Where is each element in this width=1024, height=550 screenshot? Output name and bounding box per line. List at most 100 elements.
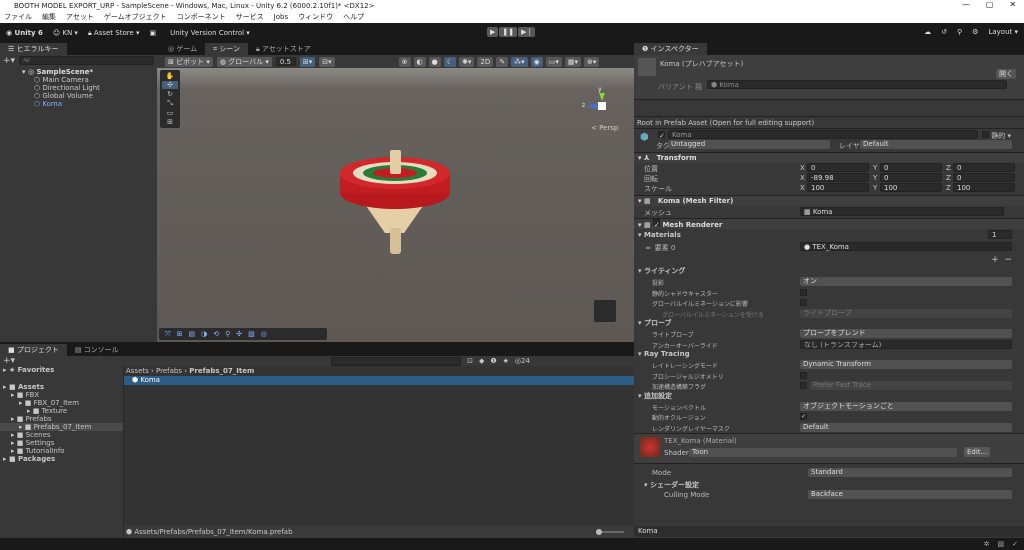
shaded-wire-button[interactable]: ◐	[414, 57, 426, 67]
account-button[interactable]: ☺ KN ▾	[53, 29, 78, 37]
spinning-top-model[interactable]	[157, 68, 634, 342]
add-button[interactable]: +▾	[3, 56, 15, 66]
maximize-icon[interactable]: ▢	[986, 0, 994, 12]
asset-store-button[interactable]: 🔒︎ Asset Store ▾	[88, 29, 140, 38]
breadcrumb-assets[interactable]: Assets	[126, 367, 149, 375]
shader-dropdown[interactable]: Toon	[689, 448, 957, 457]
overlay-tool-1[interactable]: ⤧	[165, 330, 171, 339]
property-checkbox[interactable]: ✓	[800, 413, 807, 420]
project-folder[interactable]: ▸ ■ Prefabs_07_Item	[0, 423, 123, 431]
search-icon[interactable]: ⚲	[957, 28, 962, 36]
tab-console[interactable]: ▤ コンソール	[67, 344, 127, 356]
layout-dropdown[interactable]: Layout ▾	[988, 28, 1018, 36]
overlay-tool-2[interactable]: ⊞	[177, 330, 183, 338]
cloud-icon[interactable]: ☁	[924, 28, 931, 36]
unity-button[interactable]: ◉ Unity 6	[6, 29, 43, 37]
property-dropdown[interactable]: Default	[800, 423, 1012, 432]
orientation-button[interactable]: ⊕▾	[584, 57, 599, 67]
shader-settings-foldout[interactable]: ▾ シェーダー設定	[644, 480, 699, 490]
scene-root[interactable]: ▾ ◎ SampleScene*	[0, 68, 157, 76]
breadcrumb-prefabs[interactable]: Prefabs	[156, 367, 182, 375]
property-dropdown[interactable]: Dynamic Transform	[800, 360, 1012, 369]
fx-button[interactable]: ⁂▾	[511, 57, 528, 67]
menu-item[interactable]: Jobs	[274, 12, 288, 23]
lighting-foldout[interactable]: ▾ ライティング	[634, 267, 1024, 277]
project-folder[interactable]: ▸ ■ Prefabs	[0, 415, 123, 423]
camera-button[interactable]: ▭▾	[546, 57, 562, 67]
scale-tool[interactable]: ⤡	[162, 99, 178, 108]
transform-y-field[interactable]: 0	[880, 163, 942, 172]
visibility-button[interactable]: ◉	[531, 57, 543, 67]
overlay-tool-6[interactable]: ⚲	[225, 330, 230, 338]
project-folder[interactable]: ▸ ■ FBX	[0, 391, 123, 399]
filter-label-icon[interactable]: ◆	[479, 357, 484, 365]
pause-button[interactable]: ❚❚	[499, 27, 517, 37]
project-folder[interactable]: ▸ ■ Scenes	[0, 431, 123, 439]
property-checkbox[interactable]	[800, 382, 807, 389]
tab-project[interactable]: ■ プロジェクト	[0, 344, 67, 356]
pivot-dropdown[interactable]: ⊠ ピボット ▾	[165, 57, 213, 67]
2d-button[interactable]: 2D	[477, 57, 493, 67]
tab-hierarchy[interactable]: ☰ ヒエラルキー	[0, 43, 67, 55]
name-field[interactable]: Koma	[668, 130, 978, 139]
minimize-icon[interactable]: —	[962, 0, 970, 12]
menu-item[interactable]: コンポーネント	[177, 12, 226, 23]
step-button[interactable]: ▶❘	[518, 27, 535, 37]
persp-label[interactable]: < Persp	[591, 124, 618, 132]
lighting-button[interactable]: ✎	[496, 57, 508, 67]
close-icon[interactable]: ✕	[1009, 0, 1016, 12]
tab-asset-store[interactable]: 🔒︎ アセットストア	[248, 43, 319, 55]
property-dropdown[interactable]: オン	[800, 277, 1012, 286]
overlay-tool-3[interactable]: ▤	[188, 330, 195, 338]
tab-game[interactable]: ◎ ゲーム	[160, 43, 205, 55]
transform-z-field[interactable]: 100	[953, 183, 1015, 192]
project-folder[interactable]: ▸ ■ Packages	[0, 455, 123, 463]
project-folder[interactable]: ▸ ■ Assets	[0, 383, 123, 391]
tab-scene[interactable]: ⌗ シーン	[205, 43, 248, 55]
add-remove-buttons[interactable]: + −	[634, 255, 1024, 267]
scene-viewport[interactable]: ✋✣↻⤡▭⊞ y z < Persp ⤧⊞▤◑⟲⚲✣▧◎	[157, 68, 634, 342]
menu-item[interactable]: ヘルプ	[343, 12, 364, 23]
create-button[interactable]: +▾	[3, 356, 15, 366]
debug-draw-button[interactable]: ✺▾	[459, 57, 474, 67]
global-dropdown[interactable]: ◍ グローバル ▾	[217, 57, 272, 67]
open-prefab-button[interactable]: 開く	[996, 69, 1016, 79]
gizmos-button[interactable]: ▦▾	[565, 57, 581, 67]
menu-item[interactable]: ゲームオブジェクト	[104, 12, 167, 23]
edit-shader-button[interactable]: Edit...	[964, 447, 990, 457]
tab-inspector[interactable]: ❶ インスペクター	[634, 43, 707, 55]
additional-foldout[interactable]: ▾ 追加設定	[634, 392, 1024, 402]
overlay-tool-9[interactable]: ◎	[261, 330, 267, 338]
zoom-slider[interactable]	[596, 531, 624, 533]
hand-tool[interactable]: ✋	[162, 72, 178, 80]
project-folder[interactable]: ▸ ■ TutorialInfo	[0, 447, 123, 455]
hierarchy-item[interactable]: ⬡ Global Volume	[0, 92, 157, 100]
property-checkbox[interactable]	[800, 299, 807, 306]
package-icon[interactable]: ▣	[150, 29, 157, 37]
menu-item[interactable]: サービス	[236, 12, 264, 23]
check-icon[interactable]: ✓	[1012, 540, 1018, 548]
menu-item[interactable]: ファイル	[4, 12, 32, 23]
probes-foldout[interactable]: ▾ プローブ	[634, 319, 1024, 329]
project-folder[interactable]: ▸ ■ Texture	[0, 407, 123, 415]
overlay-tool-7[interactable]: ✣	[236, 330, 242, 338]
transform-y-field[interactable]: 100	[880, 183, 942, 192]
menu-item[interactable]: 編集	[42, 12, 56, 23]
play-button[interactable]: ▶	[487, 27, 498, 37]
overlay-tool-4[interactable]: ◑	[201, 330, 207, 338]
transform-x-field[interactable]: 100	[807, 183, 869, 192]
version-control-button[interactable]: Unity Version Control ▾	[170, 29, 250, 37]
material-field[interactable]: ● TEX_Koma	[800, 242, 1012, 251]
mesh-field[interactable]: ▦ Koma	[800, 207, 1004, 216]
culling-dropdown[interactable]: Backface	[808, 490, 1012, 499]
rotate-tool[interactable]: ↻	[162, 90, 178, 98]
hierarchy-item[interactable]: ⬡ Directional Light	[0, 84, 157, 92]
history-icon[interactable]: ↺	[941, 28, 947, 36]
bug-icon[interactable]: ✲	[984, 540, 990, 548]
materials-foldout[interactable]: ▾ Materials	[638, 231, 681, 239]
camera-overlay[interactable]	[594, 300, 616, 322]
tag-dropdown[interactable]: Untagged	[668, 140, 830, 149]
wireframe-button[interactable]: ⊕	[399, 57, 411, 67]
transform-y-field[interactable]: 0	[880, 173, 942, 182]
breadcrumb-current[interactable]: Prefabs_07_Item	[189, 367, 254, 375]
